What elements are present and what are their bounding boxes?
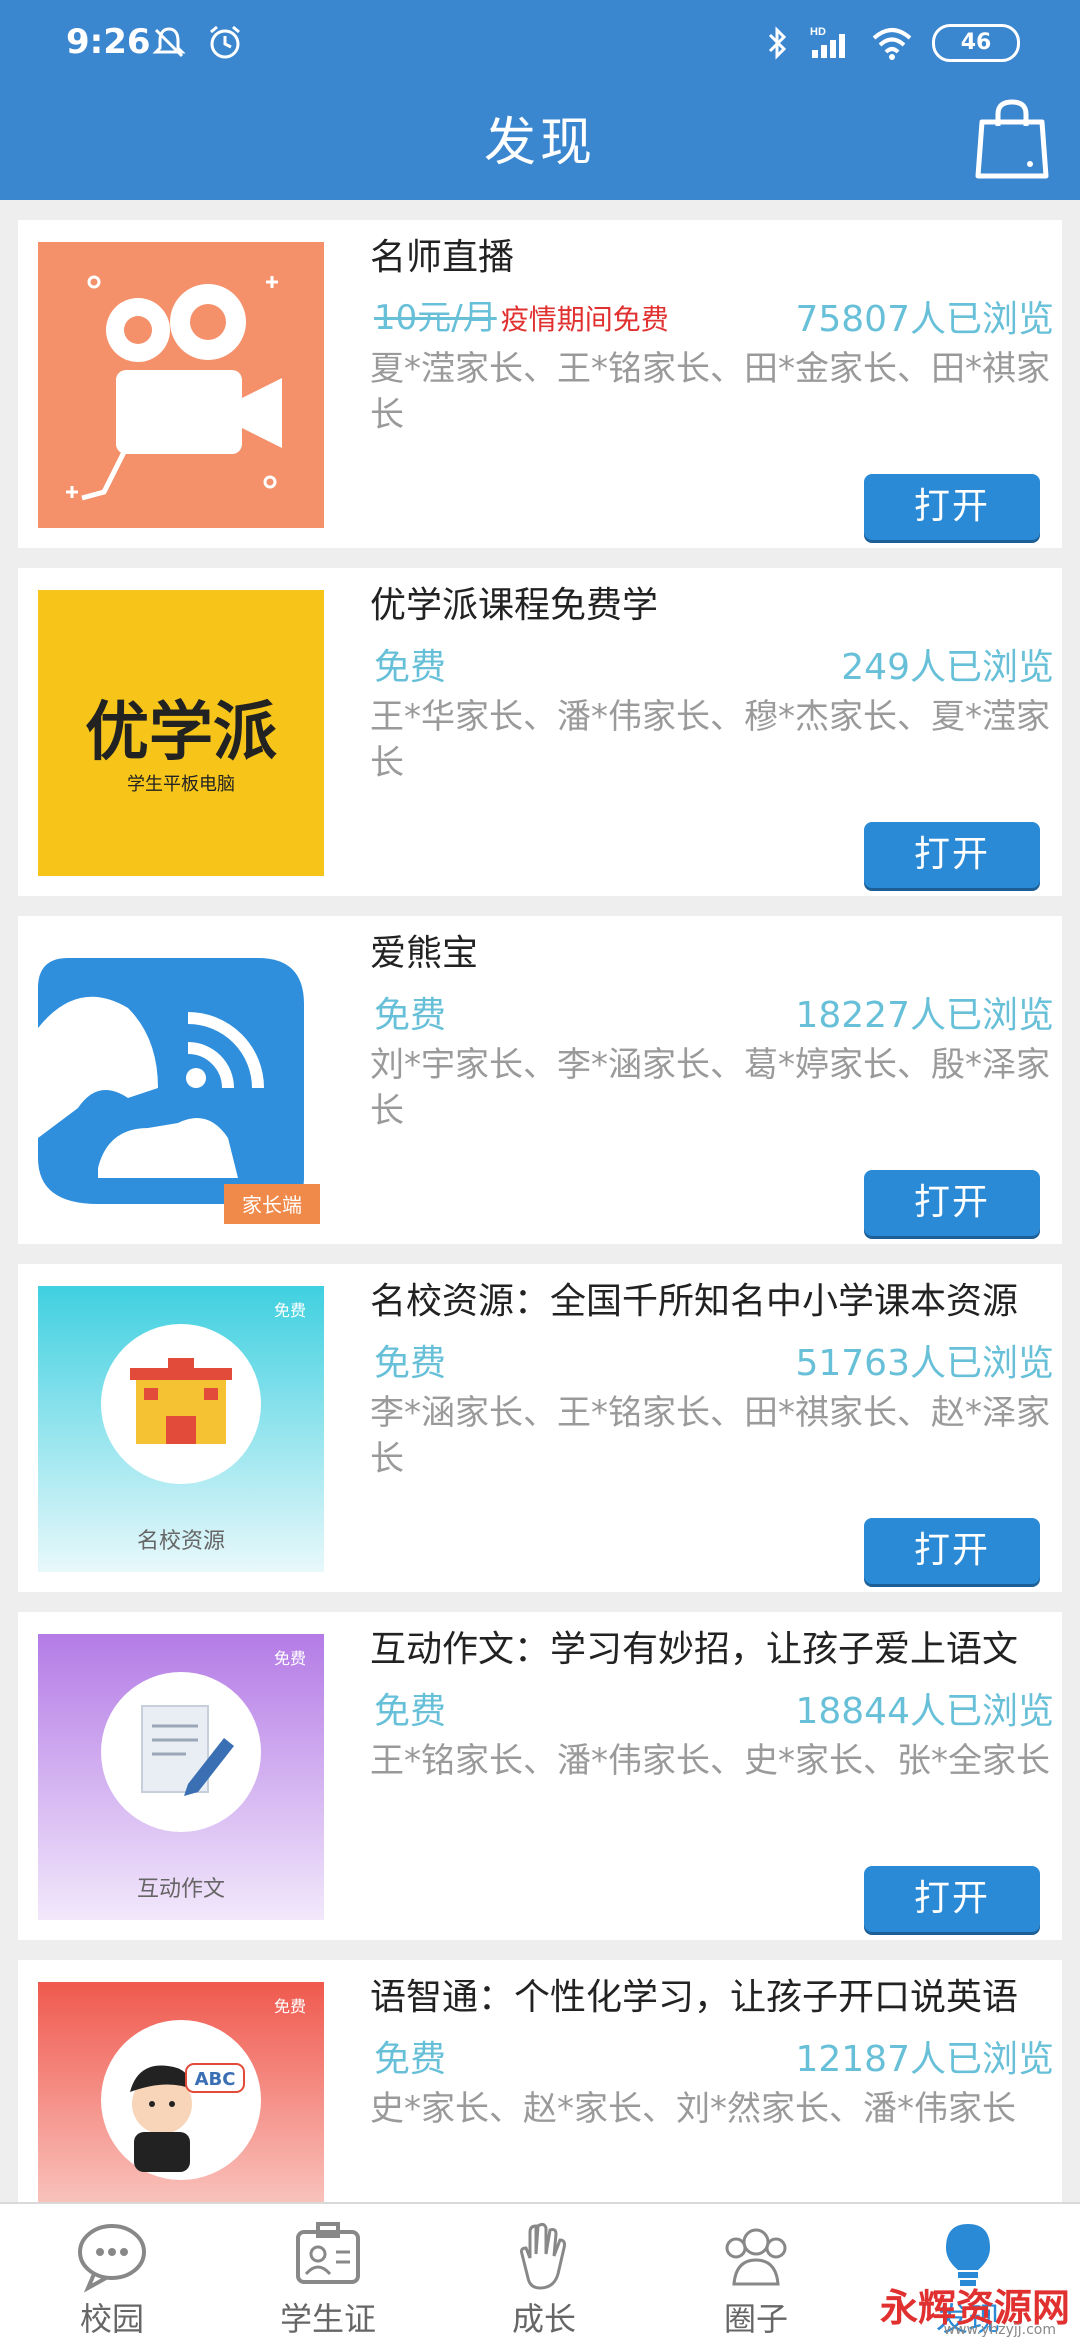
view-count: 18227人已浏览 — [795, 995, 1054, 1036]
tab-label: 圈子 — [723, 2300, 788, 2338]
thumbnail: 优学派 学生平板电脑 — [38, 590, 324, 876]
thumb-badge-text: 家长端 — [242, 1193, 302, 1217]
view-count: 12187人已浏览 — [795, 2039, 1054, 2080]
price-row: 免费 12187人已浏览 — [374, 2030, 1054, 2086]
mute-icon — [152, 27, 186, 58]
tab-campus[interactable]: 校园 — [4, 2204, 220, 2342]
boy-abc-icon: ABC 免费 — [38, 1982, 324, 2202]
view-count: 249人已浏览 — [841, 647, 1054, 688]
item-title: 优学派课程免费学 — [370, 585, 659, 626]
bluetooth-icon — [768, 26, 787, 60]
item-title: 互动作文：学习有妙招，让孩子爱上语文 — [370, 1629, 1019, 1670]
viewer-list: 李*涵家长、王*铭家长、田*祺家长、赵*泽家长 — [370, 1393, 1050, 1479]
price-row: 10元/月 疫情期间免费 75807人已浏览 — [374, 290, 1054, 346]
tab-label: 成长 — [511, 2300, 576, 2338]
bottom-tab-bar: 校园 学生证 成长 圈子 发现 永辉资源网 www.yhzyjj.com — [0, 2202, 1080, 2342]
view-count: 18844人已浏览 — [795, 1691, 1054, 1732]
list-item[interactable]: 优学派 学生平板电脑 优学派课程免费学 免费 249人已浏览 王*华家长、潘*伟… — [18, 568, 1062, 896]
price: 免费 — [374, 2039, 447, 2080]
school-building-icon: 名校资源 免费 — [38, 1286, 324, 1572]
signal-icon: HD — [810, 26, 845, 58]
list-item[interactable]: 名师直播 10元/月 疫情期间免费 75807人已浏览 夏*滢家长、王*铭家长、田… — [18, 220, 1062, 548]
price-note: 疫情期间免费 — [500, 303, 669, 336]
thumb-brand-subtext: 学生平板电脑 — [127, 774, 235, 795]
thumbnail: ABC 免费 — [38, 1982, 324, 2202]
open-button[interactable]: 打开 — [864, 1518, 1040, 1584]
open-button[interactable]: 打开 — [864, 474, 1040, 540]
status-right-icons: HD 46 — [766, 24, 1020, 62]
price: 免费 — [374, 1691, 447, 1732]
price: 免费 — [374, 647, 447, 688]
view-count: 75807人已浏览 — [795, 299, 1054, 340]
wifi-icon — [872, 28, 912, 60]
shopping-bag-button[interactable] — [972, 96, 1052, 182]
thumb-caption: 名校资源 — [137, 1529, 225, 1554]
view-count: 51763人已浏览 — [795, 1343, 1054, 1384]
open-button[interactable]: 打开 — [864, 822, 1040, 888]
hand-icon — [520, 2222, 566, 2290]
item-title: 爱熊宝 — [370, 933, 479, 974]
document-pen-icon: 互动作文 免费 — [38, 1634, 324, 1920]
shopping-bag-icon — [975, 99, 1049, 179]
tab-circle[interactable]: 圈子 — [648, 2204, 864, 2342]
item-title: 名师直播 — [370, 237, 515, 278]
page-title: 发现 — [483, 113, 596, 173]
thumb-badge: 免费 — [274, 1301, 306, 1320]
thumb-badge: 免费 — [274, 1997, 306, 2016]
list-item[interactable]: 家长端 爱熊宝 免费 18227人已浏览 刘*宇家长、李*涵家长、葛*婷家长、殷… — [18, 916, 1062, 1244]
status-time: 9:26 — [66, 22, 151, 62]
list-item[interactable]: 互动作文 免费 互动作文：学习有妙招，让孩子爱上语文 免费 18844人已浏览 … — [18, 1612, 1062, 1940]
original-price: 10元/月 — [374, 298, 497, 338]
open-button[interactable]: 打开 — [864, 1866, 1040, 1932]
status-left-icons — [150, 24, 244, 62]
thumb-badge: 免费 — [274, 1649, 306, 1668]
thumbnail: 家长端 — [38, 938, 324, 1224]
youxuepai-logo-icon: 优学派 学生平板电脑 — [38, 590, 324, 876]
discover-list[interactable]: 名师直播 10元/月 疫情期间免费 75807人已浏览 夏*滢家长、王*铭家长、田… — [0, 200, 1080, 2202]
price-row: 免费 18227人已浏览 — [374, 986, 1054, 1042]
item-title: 名校资源：全国千所知名中小学课本资源 — [370, 1281, 1019, 1322]
viewer-list: 史*家长、赵*家长、刘*然家长、潘*伟家长 — [370, 2089, 1016, 2129]
thumb-brand-text: 优学派 — [85, 696, 277, 770]
viewer-list: 王*华家长、潘*伟家长、穆*杰家长、夏*滢家长 — [370, 697, 1050, 783]
viewer-list: 夏*滢家长、王*铭家长、田*金家长、田*祺家长 — [370, 349, 1050, 435]
thumbnail: 互动作文 免费 — [38, 1634, 324, 1920]
thumb-caption: 互动作文 — [137, 1877, 225, 1902]
list-item[interactable]: ABC 免费 语智通：个性化学习，让孩子开口说英语 免费 12187人已浏览 史… — [18, 1960, 1062, 2202]
tab-student-id[interactable]: 学生证 — [220, 2204, 436, 2342]
viewer-list: 刘*宇家长、李*涵家长、葛*婷家长、殷*泽家长 — [370, 1045, 1050, 1131]
price-row: 免费 51763人已浏览 — [374, 1334, 1054, 1390]
watermark-url: www.yhzyjj.com — [943, 2322, 1056, 2338]
thumbnail: 名校资源 免费 — [38, 1286, 324, 1572]
alarm-icon — [210, 25, 240, 59]
group-icon — [725, 2228, 787, 2286]
thumbnail — [38, 242, 324, 528]
movie-camera-icon — [38, 242, 324, 528]
battery-icon: 46 — [932, 24, 1020, 62]
chat-bubble-icon — [78, 2224, 146, 2293]
list-item[interactable]: 名校资源 免费 名校资源：全国千所知名中小学课本资源 免费 51763人已浏览 … — [18, 1264, 1062, 1592]
status-bar: 9:26 HD 46 — [0, 0, 1080, 90]
thumb-abc: ABC — [195, 2069, 236, 2090]
price: 免费 — [374, 1343, 447, 1384]
price: 免费 — [374, 995, 447, 1036]
tab-label: 校园 — [79, 2300, 144, 2338]
price-row: 免费 18844人已浏览 — [374, 1682, 1054, 1738]
bear-icon: 家长端 — [38, 938, 324, 1224]
viewer-list: 王*铭家长、潘*伟家长、史*家长、张*全家长 — [370, 1741, 1050, 1781]
open-button[interactable]: 打开 — [864, 1170, 1040, 1236]
tab-label: 学生证 — [279, 2300, 376, 2338]
item-title: 语智通：个性化学习，让孩子开口说英语 — [370, 1977, 1019, 2018]
price-row: 免费 249人已浏览 — [374, 638, 1054, 694]
app-header: 9:26 HD 46 发现 — [0, 0, 1080, 200]
id-card-icon — [296, 2222, 360, 2284]
svg-text:HD: HD — [810, 26, 826, 38]
tab-growth[interactable]: 成长 — [436, 2204, 652, 2342]
